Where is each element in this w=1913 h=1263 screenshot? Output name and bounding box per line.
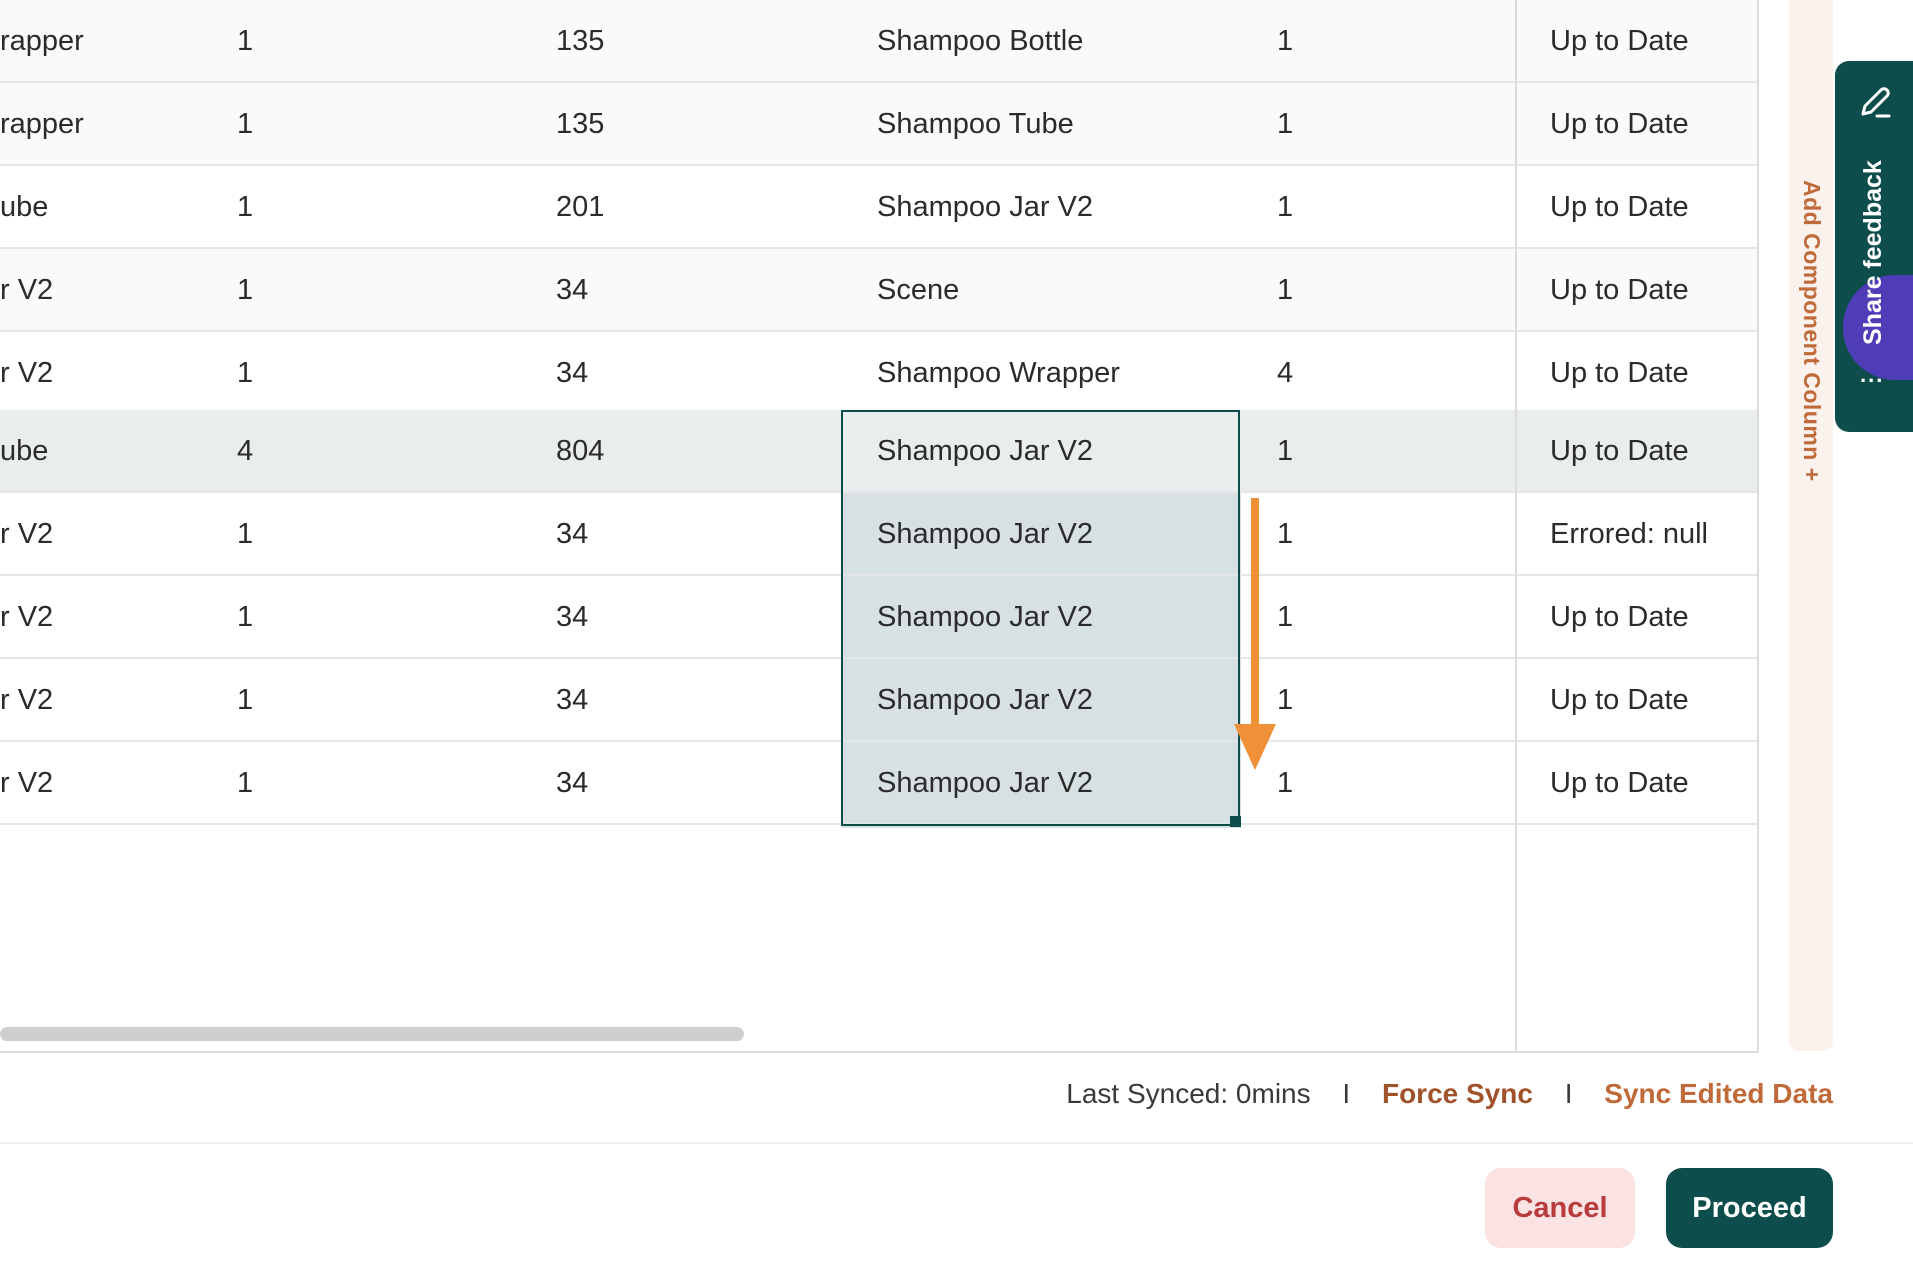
sync-edited-data-link[interactable]: Sync Edited Data (1604, 1078, 1833, 1109)
table-row[interactable]: rapper 1 135 Shampoo Tube 1 Up to Date (0, 83, 1757, 166)
cell-component[interactable]: Shampoo Jar V2 (877, 742, 1093, 825)
cell-name[interactable]: r V2 (0, 659, 53, 742)
cell-component[interactable]: Shampoo Tube (877, 83, 1074, 166)
table-row[interactable]: r V2 1 34 Scene 1 Up to Date (0, 249, 1757, 332)
cell-component[interactable]: Shampoo Wrapper (877, 332, 1120, 415)
cell-quantity[interactable]: 1 (1277, 0, 1293, 83)
cell-name[interactable]: ube (0, 410, 48, 493)
cell-component[interactable]: Shampoo Jar V2 (877, 166, 1093, 249)
cell-status: Up to Date (1550, 684, 1689, 716)
cell-number[interactable]: 34 (556, 576, 588, 659)
cell-status: Up to Date (1550, 108, 1689, 140)
cell-status: Errored: null (1550, 518, 1708, 550)
cell-component[interactable]: Scene (877, 249, 959, 332)
column-divider (1515, 0, 1517, 1051)
cell-quantity[interactable]: 1 (1277, 249, 1293, 332)
cell-component[interactable]: Shampoo Bottle (877, 0, 1083, 83)
cell-number[interactable]: 34 (556, 249, 588, 332)
cell-number[interactable]: 135 (556, 83, 604, 166)
cell-name[interactable]: ube (0, 166, 48, 249)
more-icon[interactable]: ... (1860, 364, 1884, 386)
cell-count[interactable]: 1 (237, 166, 253, 249)
cell-status: Up to Date (1550, 435, 1689, 467)
cell-count[interactable]: 1 (237, 332, 253, 415)
data-table: rapper 1 135 Shampoo Bottle 1 Up to Date… (0, 0, 1759, 1053)
cell-quantity[interactable]: 1 (1277, 742, 1293, 825)
cell-number[interactable]: 34 (556, 493, 588, 576)
proceed-button[interactable]: Proceed (1666, 1168, 1833, 1248)
force-sync-link[interactable]: Force Sync (1382, 1078, 1533, 1109)
cell-number[interactable]: 34 (556, 659, 588, 742)
separator: I (1564, 1078, 1573, 1109)
cell-count[interactable]: 1 (237, 742, 253, 825)
cell-name[interactable]: r V2 (0, 493, 53, 576)
cell-status: Up to Date (1550, 25, 1689, 57)
horizontal-scrollbar[interactable] (0, 1027, 744, 1041)
cell-component-active[interactable]: Shampoo Jar V2 (877, 410, 1093, 493)
cell-count[interactable]: 4 (237, 410, 253, 493)
cell-quantity[interactable]: 1 (1277, 83, 1293, 166)
cell-status: Up to Date (1550, 357, 1689, 389)
cell-name[interactable]: rapper (0, 0, 84, 83)
cell-name[interactable]: r V2 (0, 249, 53, 332)
cell-count[interactable]: 1 (237, 249, 253, 332)
fill-handle[interactable] (1230, 816, 1241, 827)
arrow-down-icon (1234, 498, 1276, 770)
cell-quantity[interactable]: 1 (1277, 576, 1293, 659)
cell-count[interactable]: 1 (237, 659, 253, 742)
cell-count[interactable]: 1 (237, 83, 253, 166)
cell-number[interactable]: 804 (556, 410, 604, 493)
cell-component[interactable]: Shampoo Jar V2 (877, 576, 1093, 659)
cell-quantity[interactable]: 1 (1277, 166, 1293, 249)
cell-count[interactable]: 1 (237, 493, 253, 576)
table-row[interactable]: ube 1 201 Shampoo Jar V2 1 Up to Date (0, 166, 1757, 249)
cell-quantity[interactable]: 4 (1277, 332, 1293, 415)
cell-name[interactable]: rapper (0, 83, 84, 166)
cell-count[interactable]: 1 (237, 0, 253, 83)
separator: I (1342, 1078, 1351, 1109)
table-row[interactable]: r V2 1 34 Shampoo Jar V2 1 Errored: null (0, 493, 1757, 576)
sync-bar: Last Synced: 0mins I Force Sync I Sync E… (1066, 1072, 1833, 1116)
cancel-button[interactable]: Cancel (1485, 1168, 1635, 1248)
cell-status: Up to Date (1550, 767, 1689, 799)
table-row[interactable]: r V2 1 34 Shampoo Jar V2 1 Up to Date (0, 576, 1757, 659)
cell-name[interactable]: r V2 (0, 332, 53, 415)
cell-status: Up to Date (1550, 191, 1689, 223)
cell-number[interactable]: 34 (556, 332, 588, 415)
cell-quantity[interactable]: 1 (1277, 410, 1293, 493)
table-row-selected[interactable]: ube 4 804 Shampoo Jar V2 1 Up to Date (0, 410, 1757, 493)
cell-name[interactable]: r V2 (0, 742, 53, 825)
add-component-column-label[interactable]: Add Component Column + (1798, 180, 1825, 482)
cell-component[interactable]: Shampoo Jar V2 (877, 493, 1093, 576)
cell-number[interactable]: 135 (556, 0, 604, 83)
table-row[interactable]: r V2 1 34 Shampoo Wrapper 4 Up to Date (0, 332, 1757, 415)
cell-name[interactable]: r V2 (0, 576, 53, 659)
cell-quantity[interactable]: 1 (1277, 659, 1293, 742)
cell-component[interactable]: Shampoo Jar V2 (877, 659, 1093, 742)
pencil-icon (1861, 87, 1891, 118)
cell-number[interactable]: 34 (556, 742, 588, 825)
cell-status: Up to Date (1550, 274, 1689, 306)
footer-divider (0, 1142, 1913, 1144)
cell-count[interactable]: 1 (237, 576, 253, 659)
last-synced-text: Last Synced: 0mins (1066, 1078, 1311, 1109)
cell-quantity[interactable]: 1 (1277, 493, 1293, 576)
table-row[interactable]: r V2 1 34 Shampoo Jar V2 1 Up to Date (0, 659, 1757, 742)
cell-status: Up to Date (1550, 601, 1689, 633)
share-feedback-label[interactable]: Share feedback (1859, 145, 1888, 345)
table-row[interactable]: rapper 1 135 Shampoo Bottle 1 Up to Date (0, 0, 1757, 83)
cell-number[interactable]: 201 (556, 166, 604, 249)
add-component-column[interactable] (1789, 0, 1833, 1051)
table-row[interactable]: r V2 1 34 Shampoo Jar V2 1 Up to Date (0, 742, 1757, 825)
